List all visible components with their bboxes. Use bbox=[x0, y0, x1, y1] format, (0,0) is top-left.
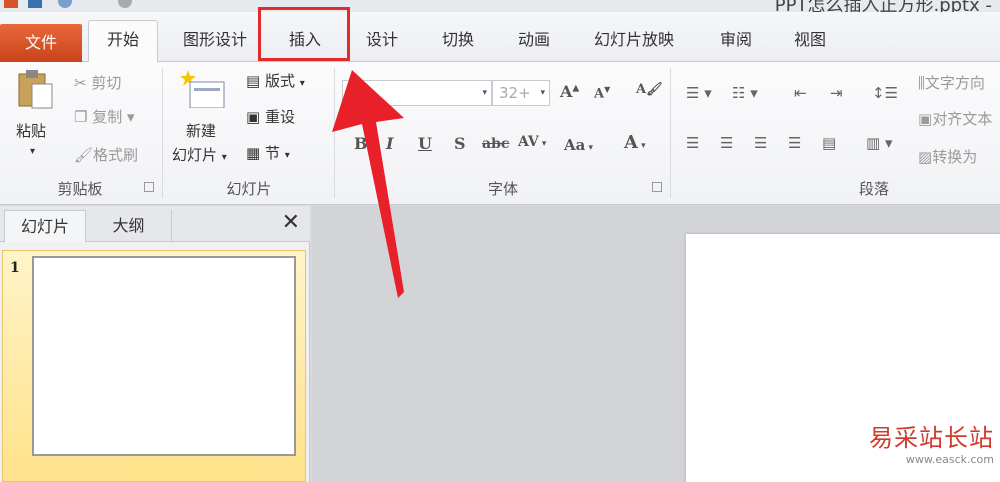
copy-button[interactable]: ❐ 复制 ▾ bbox=[74, 106, 135, 127]
text-direction-label: 文字方向 bbox=[924, 74, 985, 92]
increase-indent-icon[interactable]: ⇥ bbox=[830, 84, 843, 102]
format-painter-button[interactable]: 🖌格式刷 bbox=[74, 144, 138, 165]
font-size-value: 32+ bbox=[499, 84, 531, 102]
section-button[interactable]: ▦ 节 ▾ bbox=[246, 142, 290, 163]
bold-button[interactable]: B bbox=[354, 134, 368, 153]
font-name-combo[interactable]: ▾ bbox=[342, 80, 492, 106]
group-divider bbox=[334, 68, 335, 198]
slide-number: 1 bbox=[10, 260, 20, 276]
font-group-label: 字体 bbox=[487, 180, 518, 198]
align-text-label: 对齐文本 bbox=[932, 110, 993, 128]
tab-slides-panel[interactable]: 幻灯片 bbox=[4, 210, 86, 242]
cut-button[interactable]: ✂ 剪切 bbox=[74, 72, 121, 93]
cut-label: 剪切 bbox=[91, 74, 122, 92]
convert-label: 转换为 bbox=[932, 148, 978, 166]
slides-group-label: 幻灯片 bbox=[226, 180, 272, 198]
undo-icon[interactable] bbox=[58, 0, 72, 8]
chevron-down-icon: ▾ bbox=[540, 88, 545, 98]
new-slide-label-1: 新建 bbox=[186, 122, 217, 140]
section-label: 节 bbox=[264, 144, 280, 162]
watermark-text: 易采站长站 bbox=[869, 424, 994, 452]
font-launcher-icon[interactable] bbox=[652, 182, 662, 192]
tab-design[interactable]: 设计 bbox=[352, 26, 412, 62]
paste-label: 粘贴 bbox=[16, 122, 47, 140]
italic-button[interactable]: I bbox=[386, 134, 393, 153]
panel-tabs: 幻灯片 大纲 ✕ bbox=[0, 206, 310, 242]
insert-tab-highlight bbox=[258, 7, 350, 61]
clear-format-icon[interactable]: A🖌 bbox=[636, 82, 663, 97]
tab-file[interactable]: 文件 bbox=[0, 24, 82, 62]
tab-review[interactable]: 审阅 bbox=[706, 26, 766, 62]
window-title: PPT怎么插入正方形.pptx - bbox=[774, 0, 992, 12]
justify-icon[interactable]: ☰ bbox=[788, 134, 801, 152]
tab-home[interactable]: 开始 bbox=[88, 20, 158, 63]
text-direction-button[interactable]: ⫼文字方向 bbox=[918, 72, 985, 93]
change-case-button[interactable]: Aa ▾ bbox=[564, 136, 593, 154]
tab-animations[interactable]: 动画 bbox=[504, 26, 564, 62]
paragraph-group-label: 段落 bbox=[858, 180, 889, 198]
shadow-button[interactable]: S bbox=[454, 134, 466, 153]
redo-icon[interactable] bbox=[118, 0, 132, 8]
clipboard-group-label: 剪贴板 bbox=[57, 180, 103, 198]
tab-view[interactable]: 视图 bbox=[780, 26, 840, 62]
align-text-button[interactable]: ▣对齐文本 bbox=[918, 108, 992, 129]
align-left-icon[interactable]: ☰ bbox=[686, 134, 699, 152]
numbering-button[interactable]: ☷ ▾ bbox=[732, 84, 758, 102]
paste-dropdown-icon[interactable]: ▾ bbox=[30, 146, 35, 157]
paste-icon bbox=[18, 70, 53, 109]
distribute-icon[interactable]: ▤ bbox=[822, 134, 836, 152]
new-slide-label-2: 幻灯片 ▾ bbox=[172, 146, 227, 164]
close-panel-icon[interactable]: ✕ bbox=[282, 210, 300, 235]
reset-label: 重设 bbox=[264, 108, 295, 126]
underline-button[interactable]: U bbox=[418, 134, 432, 153]
tab-slideshow[interactable]: 幻灯片放映 bbox=[582, 26, 686, 62]
app-icon bbox=[4, 0, 18, 8]
clipboard-launcher-icon[interactable] bbox=[144, 182, 154, 192]
shrink-font-icon[interactable]: A▼ bbox=[594, 84, 610, 101]
slide-thumbnail[interactable] bbox=[32, 256, 296, 456]
ribbon: 粘贴 ▾ ✂ 剪切 ❐ 复制 ▾ 🖌格式刷 剪贴板 新建 幻灯片 ▾ ▤ 版式 … bbox=[0, 62, 1000, 205]
watermark-url: www.easck.com bbox=[905, 453, 994, 466]
strikethrough-button[interactable]: abc bbox=[482, 136, 509, 152]
title-bar: PPT怎么插入正方形.pptx - bbox=[0, 0, 1000, 12]
tab-outline-panel[interactable]: 大纲 bbox=[86, 210, 172, 242]
font-size-combo[interactable]: 32+ ▾ bbox=[492, 80, 550, 106]
copy-label: 复制 bbox=[92, 108, 123, 126]
save-icon[interactable] bbox=[28, 0, 42, 8]
new-slide-icon bbox=[180, 70, 225, 108]
tab-graphic-design[interactable]: 图形设计 bbox=[170, 26, 260, 62]
decrease-indent-icon[interactable]: ⇤ bbox=[794, 84, 807, 102]
group-divider bbox=[670, 68, 671, 198]
columns-icon[interactable]: ▥ ▾ bbox=[866, 134, 892, 152]
slides-panel: 幻灯片 大纲 ✕ 1 bbox=[0, 206, 310, 482]
convert-smartart-button[interactable]: ▨转换为 bbox=[918, 146, 977, 167]
ribbon-tab-row: 文件 开始 图形设计 插入 设计 切换 动画 幻灯片放映 审阅 视图 bbox=[0, 12, 1000, 63]
group-divider bbox=[162, 68, 163, 198]
align-right-icon[interactable]: ☰ bbox=[754, 134, 767, 152]
align-center-icon[interactable]: ☰ bbox=[720, 134, 733, 152]
font-color-button[interactable]: A ▾ bbox=[624, 132, 646, 153]
grow-font-icon[interactable]: A▲ bbox=[560, 82, 579, 101]
tab-transitions[interactable]: 切换 bbox=[428, 26, 488, 62]
bullets-button[interactable]: ☰ ▾ bbox=[686, 84, 712, 102]
watermark-logo: 易采站长站 www.easck.com bbox=[869, 418, 994, 466]
line-spacing-icon[interactable]: ↕☰ bbox=[872, 84, 898, 102]
layout-label: 版式 bbox=[264, 72, 295, 90]
char-spacing-button[interactable]: AV ▾ bbox=[518, 134, 546, 150]
chevron-down-icon: ▾ bbox=[482, 88, 487, 98]
reset-button[interactable]: ▣ 重设 bbox=[246, 106, 295, 127]
layout-button[interactable]: ▤ 版式 ▾ bbox=[246, 70, 305, 91]
format-painter-label: 格式刷 bbox=[93, 146, 139, 164]
